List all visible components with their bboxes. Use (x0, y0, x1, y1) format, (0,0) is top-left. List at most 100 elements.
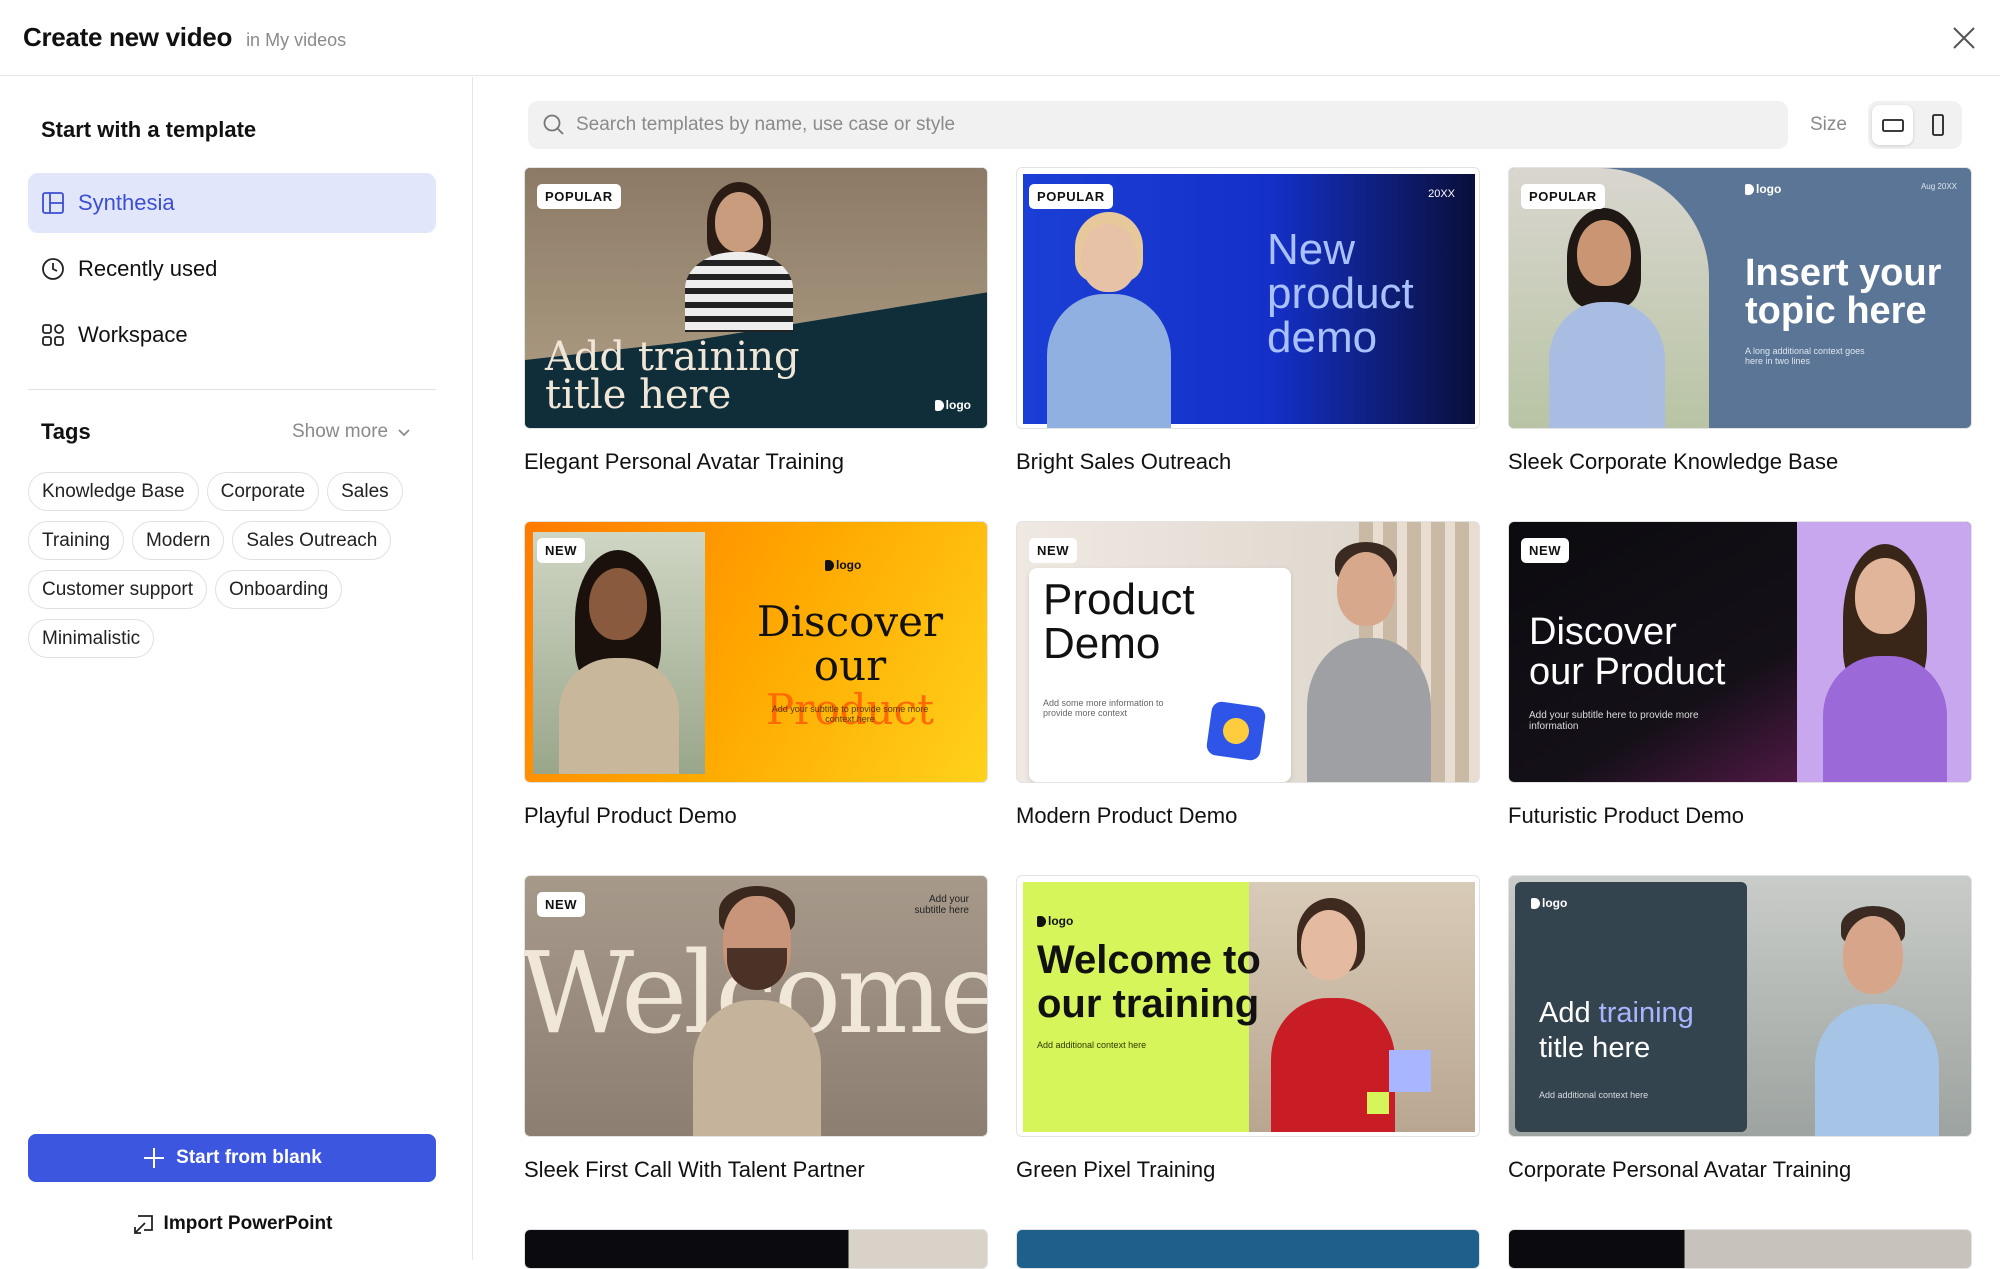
pixel-block (1389, 1050, 1431, 1092)
template-title: Sleek First Call With Talent Partner (524, 1157, 865, 1182)
template-thumbnail: logo Welcome to our training Add addition… (1016, 875, 1480, 1137)
template-thumbnail: Welcome NEW Add your subtitle here (524, 875, 988, 1137)
import-powerpoint-button[interactable]: Import PowerPoint (28, 1207, 436, 1241)
popular-badge: POPULAR (1029, 184, 1113, 209)
thumbnail-headline: Insert your topic here (1745, 252, 1942, 332)
logo-mark: logo (1745, 182, 1781, 196)
tag-chip[interactable]: Sales (327, 472, 403, 511)
thumbnail-headline: Welcome to our training (1037, 938, 1261, 1026)
tag-chip[interactable]: Onboarding (215, 570, 343, 609)
sidebar-heading: Start with a template (41, 117, 257, 142)
logo-mark: logo (1037, 914, 1073, 928)
template-card-bright-sales-outreach[interactable]: POPULAR 20XX New product demo Bright Sales… (1016, 167, 1480, 475)
tag-chip[interactable]: Minimalistic (28, 619, 155, 658)
template-card-playful-product-demo[interactable]: NEW logo Discover our Product Add your s… (524, 521, 988, 829)
tag-chip[interactable]: Knowledge Base (28, 472, 199, 511)
search-bar[interactable] (528, 101, 1788, 149)
date-label: 20XX (1428, 188, 1455, 200)
search-input[interactable] (576, 114, 1756, 136)
new-badge: NEW (1029, 538, 1078, 563)
sidebar: Start with a template Synthesia Recently… (0, 77, 473, 1260)
import-powerpoint-label: Import PowerPoint (163, 1213, 333, 1234)
template-title: Bright Sales Outreach (1016, 449, 1232, 474)
sidebar-divider (28, 389, 436, 390)
size-label: Size (1810, 114, 1847, 135)
show-more-label: Show more (292, 421, 389, 442)
size-landscape-button[interactable] (1872, 105, 1913, 145)
logo-mark: logo (825, 558, 861, 572)
template-title: Elegant Personal Avatar Training (524, 449, 845, 474)
sidebar-item-label: Synthesia (78, 190, 175, 215)
start-from-blank-button[interactable]: Start from blank (28, 1134, 436, 1182)
sidebar-item-workspace[interactable]: Workspace (28, 305, 436, 365)
thumbnail-subtext: Add your subtitle here (914, 894, 969, 916)
size-portrait-button[interactable] (1917, 105, 1958, 145)
show-more-button[interactable]: Show more (292, 421, 412, 443)
logo-mark: logo (1531, 896, 1567, 910)
template-thumbnail: POPULAR 20XX New product demo (1016, 167, 1480, 429)
tag-list: Knowledge Base Corporate Sales Training … (28, 472, 448, 658)
grid-icon (40, 322, 66, 348)
thumbnail-headline: Add training title here (1539, 997, 1694, 1064)
import-icon (133, 1215, 153, 1234)
template-thumbnail: NEW Discover our Product Add your subtitl… (1508, 521, 1972, 783)
new-badge: NEW (537, 892, 586, 917)
template-title: Playful Product Demo (524, 803, 737, 828)
dialog-header: Create new video in My videos (0, 0, 2000, 76)
tag-chip[interactable]: Training (28, 521, 124, 560)
sidebar-item-label: Workspace (78, 322, 188, 347)
template-card-partial[interactable] (1016, 1229, 1480, 1269)
pixel-block (1367, 1092, 1389, 1114)
thumbnail-subtext: Add your subtitle here to provide more i… (1529, 710, 1699, 732)
tag-chip[interactable]: Customer support (28, 570, 208, 609)
thumbnail-subtext: Add some more information to provide mor… (1043, 698, 1164, 718)
template-card-modern-product-demo[interactable]: NEW Product Demo Add some more informatio… (1016, 521, 1480, 829)
tags-heading: Tags (41, 419, 91, 444)
template-thumbnail (1508, 1229, 1972, 1269)
template-card-sleek-corporate-kb[interactable]: POPULAR logo Aug 20XX Insert your topic h… (1508, 167, 1972, 475)
new-badge: NEW (537, 538, 586, 563)
dialog-title: Create new video (23, 22, 233, 52)
search-icon (543, 114, 564, 135)
chevron-down-icon (398, 429, 410, 437)
thumbnail-subtext: Add additional context here (1037, 1040, 1147, 1050)
landscape-icon (1881, 119, 1904, 132)
template-card-sleek-first-call[interactable]: Welcome NEW Add your subtitle here Sleek… (524, 875, 988, 1183)
thumbnail-subtext: Add additional context here (1539, 1090, 1649, 1100)
layout-icon (40, 190, 66, 216)
thumbnail-headline: Product Demo (1043, 575, 1195, 668)
template-thumbnail (524, 1229, 988, 1269)
logo-mark: logo (934, 398, 971, 412)
template-card-futuristic-product-demo[interactable]: NEW Discover our Product Add your subtitl… (1508, 521, 1972, 829)
sidebar-nav: Synthesia Recently used Workspace (28, 173, 436, 371)
emoji-sticker (1205, 700, 1267, 762)
template-title: Sleek Corporate Knowledge Base (1508, 449, 1839, 474)
clock-icon (40, 256, 66, 282)
template-thumbnail (1016, 1229, 1480, 1269)
tag-chip[interactable]: Sales Outreach (232, 521, 392, 560)
tag-chip[interactable]: Modern (131, 521, 225, 560)
thumbnail-subtext: A long additional context goes here in t… (1745, 346, 1865, 366)
template-thumbnail: POPULAR logo Aug 20XX Insert your topic h… (1508, 167, 1972, 429)
close-icon (1953, 27, 1975, 49)
thumbnail-headline: Add training title here (545, 334, 800, 418)
sidebar-item-label: Recently used (78, 256, 218, 281)
template-title: Futuristic Product Demo (1508, 803, 1744, 828)
sidebar-item-recently-used[interactable]: Recently used (28, 239, 436, 299)
template-title: Corporate Personal Avatar Training (1508, 1157, 1852, 1182)
close-button[interactable] (1946, 20, 1982, 56)
thumbnail-headline: New product demo (1267, 225, 1414, 362)
template-card-elegant-avatar-training[interactable]: POPULAR Add training title here logo Eleg… (524, 167, 988, 475)
sidebar-item-synthesia[interactable]: Synthesia (28, 173, 436, 233)
template-card-green-pixel-training[interactable]: logo Welcome to our training Add addition… (1016, 875, 1480, 1183)
thumbnail-headline: Discover our Product (1529, 611, 1726, 693)
template-thumbnail: logo Add training title here Add additio… (1508, 875, 1972, 1137)
template-thumbnail: POPULAR Add training title here logo (524, 167, 988, 429)
template-card-partial[interactable] (524, 1229, 988, 1269)
template-card-corporate-avatar-training[interactable]: logo Add training title here Add additio… (1508, 875, 1972, 1183)
template-gallery: Size POPULAR Add trainingtitle here (474, 77, 2000, 1269)
portrait-icon (1931, 114, 1944, 136)
tag-chip[interactable]: Corporate (206, 472, 320, 511)
template-card-partial[interactable] (1508, 1229, 1972, 1269)
size-toggle (1868, 101, 1962, 149)
